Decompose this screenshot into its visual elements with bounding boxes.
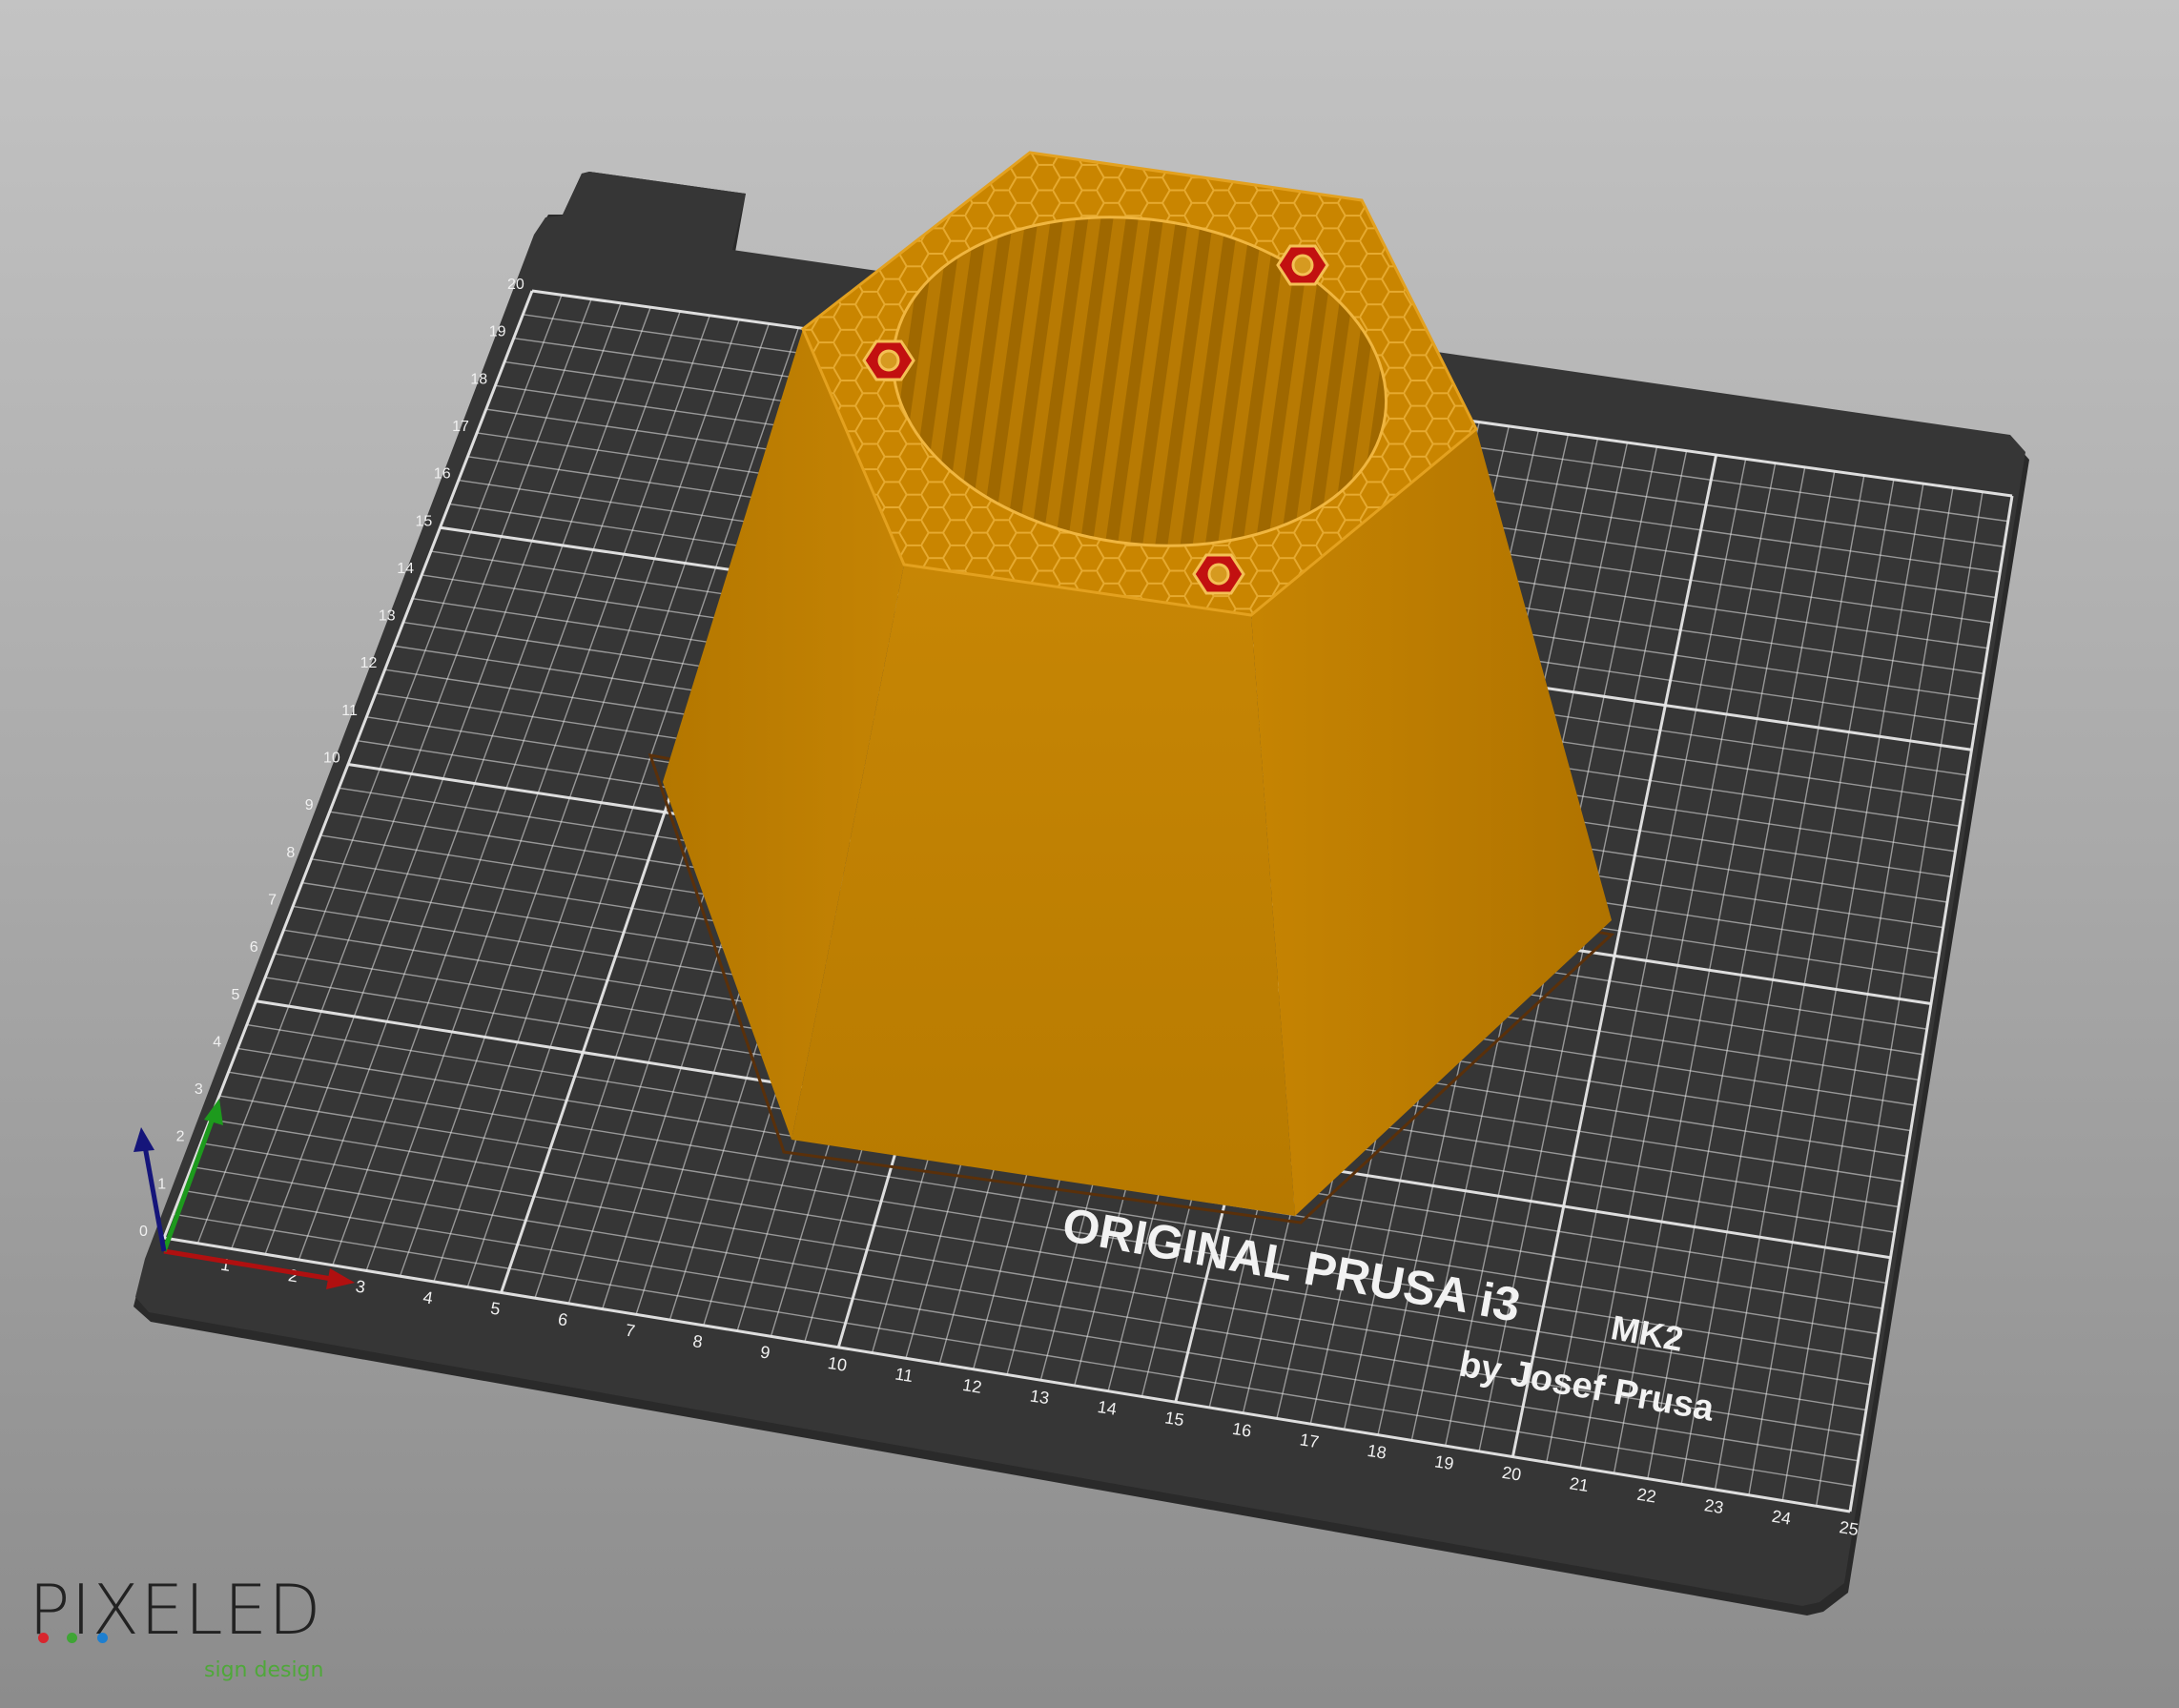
x-tick-label: 13 <box>1029 1386 1051 1408</box>
x-tick-label: 18 <box>1366 1441 1388 1463</box>
x-tick-label: 14 <box>1096 1397 1118 1419</box>
y-tick-label: 16 <box>434 466 451 483</box>
y-tick-label: 5 <box>232 987 240 1003</box>
logo-dot-green <box>67 1633 77 1643</box>
x-tick-label: 16 <box>1231 1419 1253 1441</box>
logo-dot-blue <box>97 1633 108 1643</box>
y-tick-label: 6 <box>250 939 258 956</box>
logo-dot-red <box>38 1633 49 1643</box>
y-tick-label: 14 <box>397 561 414 577</box>
y-tick-label: 4 <box>213 1034 221 1050</box>
y-tick-label: 9 <box>305 797 314 813</box>
x-tick-label: 21 <box>1568 1473 1590 1495</box>
y-tick-label: 1 <box>157 1176 166 1192</box>
x-tick-label: 23 <box>1703 1495 1725 1517</box>
x-tick-label: 12 <box>961 1375 983 1397</box>
y-tick-label: 17 <box>452 419 469 435</box>
x-tick-label: 15 <box>1163 1408 1185 1430</box>
mounting-hole-2 <box>1276 244 1329 286</box>
y-tick-label: 15 <box>416 513 433 529</box>
y-tick-label: 8 <box>286 845 295 861</box>
y-tick-label: 20 <box>507 277 524 293</box>
y-tick-label: 7 <box>268 892 277 908</box>
x-tick-label: 10 <box>827 1353 849 1375</box>
y-tick-label: 11 <box>341 703 358 719</box>
y-tick-label: 13 <box>379 608 396 625</box>
y-tick-label: 18 <box>470 371 487 387</box>
x-tick-label: 25 <box>1838 1517 1860 1539</box>
y-tick-label: 12 <box>360 655 378 671</box>
x-tick-label: 17 <box>1299 1430 1321 1451</box>
3d-viewport[interactable]: 12345678910 11121314151617181920212223242… <box>0 0 2179 1708</box>
y-tick-label: 3 <box>195 1081 203 1098</box>
x-tick-label: 11 <box>894 1364 915 1386</box>
x-tick-label: 22 <box>1635 1485 1657 1507</box>
mounting-hole-3 <box>1192 553 1245 595</box>
x-tick-label: 19 <box>1433 1451 1455 1473</box>
x-tick-label: 24 <box>1771 1507 1793 1529</box>
y-tick-label: 19 <box>489 324 506 340</box>
y-tick-label: 0 <box>139 1224 148 1240</box>
mounting-hole-1 <box>862 340 915 381</box>
y-tick-label: 2 <box>176 1129 185 1145</box>
logo-tagline: sign design <box>204 1658 324 1682</box>
x-tick-label: 20 <box>1501 1463 1523 1485</box>
y-tick-label: 10 <box>323 751 340 767</box>
